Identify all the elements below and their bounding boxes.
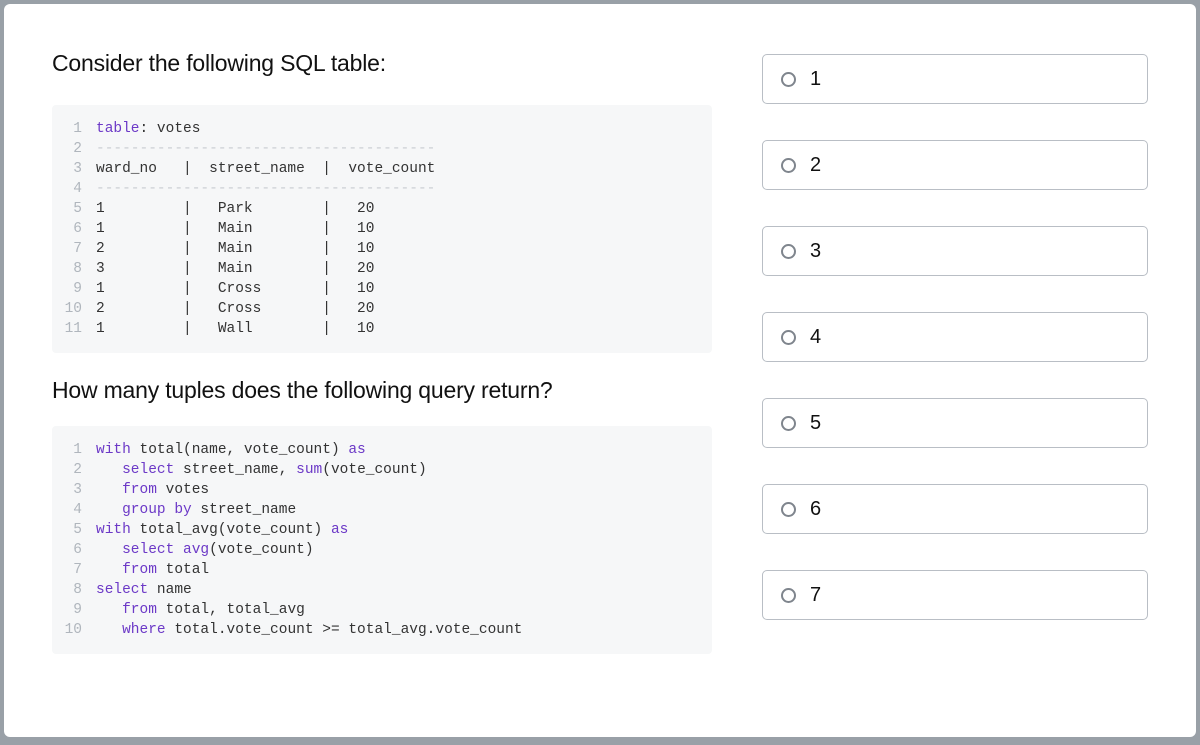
answer-option-1[interactable]: 1 (762, 54, 1148, 104)
code-content: 2 | Cross | 20 (96, 299, 374, 319)
code-content: from total, total_avg (96, 600, 305, 620)
line-number: 5 (52, 199, 96, 219)
answer-option-6[interactable]: 6 (762, 484, 1148, 534)
line-number: 3 (52, 480, 96, 500)
radio-icon (781, 416, 796, 431)
code-content: select name (96, 580, 192, 600)
code-line: 8select name (52, 580, 712, 600)
code-content: 1 | Park | 20 (96, 199, 374, 219)
answer-option-label: 3 (810, 240, 821, 263)
code-line: 3ward_no | street_name | vote_count (52, 159, 712, 179)
options-list: 1 2 3 4 5 6 7 (762, 54, 1148, 620)
radio-icon (781, 502, 796, 517)
code-line: 91 | Cross | 10 (52, 279, 712, 299)
code-content: 1 | Wall | 10 (96, 319, 374, 339)
question-body: Consider the following SQL table: 1table… (52, 50, 712, 697)
prompt-text-1: Consider the following SQL table: (52, 50, 712, 77)
question-card: Consider the following SQL table: 1table… (4, 4, 1196, 737)
line-number: 10 (52, 299, 96, 319)
code-line: 2 select street_name, sum(vote_count) (52, 460, 712, 480)
line-number: 6 (52, 219, 96, 239)
line-number: 9 (52, 600, 96, 620)
code-content: select street_name, sum(vote_count) (96, 460, 427, 480)
sql-query-block: 1with total(name, vote_count) as2 select… (52, 426, 712, 654)
answer-option-label: 6 (810, 498, 821, 521)
code-line: 5with total_avg(vote_count) as (52, 520, 712, 540)
code-content: with total_avg(vote_count) as (96, 520, 348, 540)
code-line: 72 | Main | 10 (52, 239, 712, 259)
answer-option-label: 5 (810, 412, 821, 435)
answer-options: 1 2 3 4 5 6 7 (762, 50, 1148, 697)
code-content: table: votes (96, 119, 200, 139)
line-number: 3 (52, 159, 96, 179)
code-line: 51 | Park | 20 (52, 199, 712, 219)
line-number: 5 (52, 520, 96, 540)
line-number: 4 (52, 500, 96, 520)
code-line: 102 | Cross | 20 (52, 299, 712, 319)
line-number: 11 (52, 319, 96, 339)
code-content: from total (96, 560, 209, 580)
code-content: from votes (96, 480, 209, 500)
line-number: 4 (52, 179, 96, 199)
code-line: 4--------------------------------------- (52, 179, 712, 199)
code-content: with total(name, vote_count) as (96, 440, 366, 460)
code-content: --------------------------------------- (96, 139, 435, 159)
answer-option-label: 7 (810, 584, 821, 607)
answer-option-3[interactable]: 3 (762, 226, 1148, 276)
line-number: 7 (52, 560, 96, 580)
line-number: 8 (52, 580, 96, 600)
answer-option-4[interactable]: 4 (762, 312, 1148, 362)
code-content: group by street_name (96, 500, 296, 520)
code-content: where total.vote_count >= total_avg.vote… (96, 620, 522, 640)
code-line: 10 where total.vote_count >= total_avg.v… (52, 620, 712, 640)
prompt-text-2: How many tuples does the following query… (52, 377, 712, 404)
code-content: 1 | Main | 10 (96, 219, 374, 239)
sql-table-block: 1table: votes2--------------------------… (52, 105, 712, 353)
radio-icon (781, 158, 796, 173)
code-line: 83 | Main | 20 (52, 259, 712, 279)
code-line: 1table: votes (52, 119, 712, 139)
code-content: --------------------------------------- (96, 179, 435, 199)
radio-icon (781, 588, 796, 603)
code-line: 61 | Main | 10 (52, 219, 712, 239)
radio-icon (781, 330, 796, 345)
code-line: 3 from votes (52, 480, 712, 500)
code-content: 2 | Main | 10 (96, 239, 374, 259)
answer-option-7[interactable]: 7 (762, 570, 1148, 620)
answer-option-label: 4 (810, 326, 821, 349)
code-content: ward_no | street_name | vote_count (96, 159, 435, 179)
answer-option-2[interactable]: 2 (762, 140, 1148, 190)
line-number: 1 (52, 440, 96, 460)
code-line: 4 group by street_name (52, 500, 712, 520)
line-number: 2 (52, 139, 96, 159)
line-number: 7 (52, 239, 96, 259)
code-line: 111 | Wall | 10 (52, 319, 712, 339)
line-number: 8 (52, 259, 96, 279)
line-number: 9 (52, 279, 96, 299)
radio-icon (781, 244, 796, 259)
answer-option-label: 1 (810, 68, 821, 91)
code-content: 1 | Cross | 10 (96, 279, 374, 299)
code-line: 2--------------------------------------- (52, 139, 712, 159)
code-line: 1with total(name, vote_count) as (52, 440, 712, 460)
answer-option-5[interactable]: 5 (762, 398, 1148, 448)
radio-icon (781, 72, 796, 87)
answer-option-label: 2 (810, 154, 821, 177)
line-number: 1 (52, 119, 96, 139)
code-line: 6 select avg(vote_count) (52, 540, 712, 560)
code-content: 3 | Main | 20 (96, 259, 374, 279)
code-line: 7 from total (52, 560, 712, 580)
line-number: 2 (52, 460, 96, 480)
line-number: 6 (52, 540, 96, 560)
code-line: 9 from total, total_avg (52, 600, 712, 620)
code-content: select avg(vote_count) (96, 540, 314, 560)
line-number: 10 (52, 620, 96, 640)
